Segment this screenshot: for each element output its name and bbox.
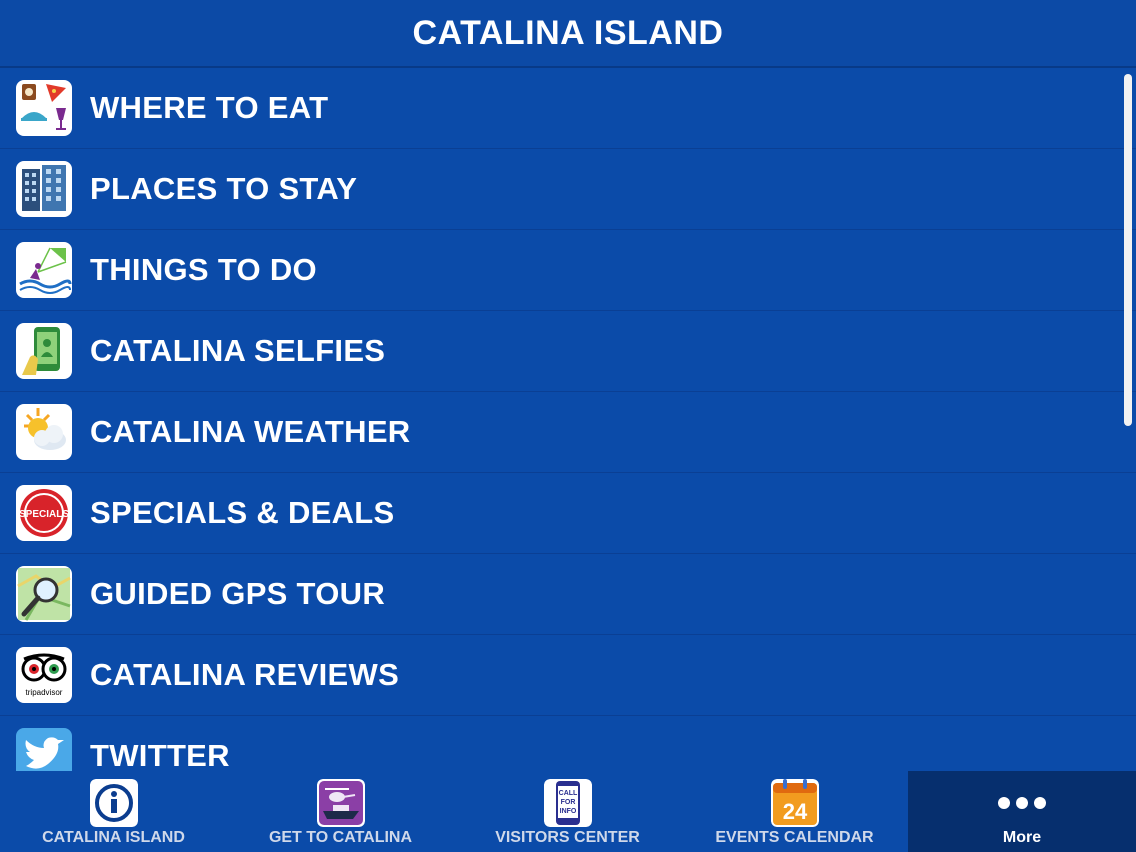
tab-events-calendar[interactable]: 24 EVENTS CALENDAR	[681, 771, 908, 852]
hotel-icon	[16, 161, 72, 217]
tripadvisor-icon: tripadvisor	[16, 647, 72, 703]
more-dots-icon	[998, 787, 1046, 819]
food-drink-icon	[16, 80, 72, 136]
twitter-bird-icon	[16, 728, 72, 771]
menu-item-catalina-reviews[interactable]: tripadvisor CATALINA REVIEWS	[0, 635, 1136, 716]
menu-item-label: THINGS TO DO	[90, 252, 317, 287]
app-screen: CATALINA ISLAND WHERE TO EAT PLACES TO S…	[0, 0, 1136, 852]
calendar-day-text: 24	[782, 799, 807, 824]
call-for-info-text: INFO	[559, 808, 576, 815]
call-for-info-icon: CALL FOR INFO	[543, 779, 592, 827]
menu-item-label: GUIDED GPS TOUR	[90, 576, 386, 611]
selfie-phone-icon	[16, 323, 72, 379]
tab-catalina-island[interactable]: CATALINA ISLAND	[0, 771, 227, 852]
weather-sun-cloud-icon	[16, 404, 72, 460]
menu-item-catalina-weather[interactable]: CATALINA WEATHER	[0, 392, 1136, 473]
tripadvisor-wordmark: tripadvisor	[26, 688, 63, 697]
tab-label: EVENTS CALENDAR	[715, 829, 874, 846]
menu-item-label: CATALINA REVIEWS	[90, 657, 400, 692]
bottom-tab-bar: CATALINA ISLAND GET TO CATALINA CALL FOR…	[0, 771, 1136, 852]
specials-badge-icon: SPECIALS	[16, 485, 72, 541]
menu-item-where-to-eat[interactable]: WHERE TO EAT	[0, 68, 1136, 149]
helicopter-boat-icon	[316, 779, 365, 827]
tab-label: CATALINA ISLAND	[42, 829, 185, 846]
menu-item-guided-gps-tour[interactable]: GUIDED GPS TOUR	[0, 554, 1136, 635]
map-magnifier-icon	[16, 566, 72, 622]
header-bar: CATALINA ISLAND	[0, 0, 1136, 68]
tab-visitors-center[interactable]: CALL FOR INFO VISITORS CENTER	[454, 771, 681, 852]
menu-item-twitter[interactable]: TWITTER	[0, 716, 1136, 771]
tab-label: More	[1002, 829, 1042, 846]
kitesurf-icon	[16, 242, 72, 298]
call-for-info-text: CALL	[558, 790, 577, 797]
calendar-icon: 24	[770, 779, 819, 827]
tab-label: GET TO CATALINA	[268, 829, 413, 846]
page-title: CATALINA ISLAND	[412, 13, 724, 52]
info-icon	[89, 779, 138, 827]
menu-item-label: CATALINA SELFIES	[90, 333, 386, 368]
list-scrollbar[interactable]	[1124, 74, 1132, 426]
menu-item-label: SPECIALS & DEALS	[90, 495, 395, 530]
menu-item-label: TWITTER	[90, 738, 230, 771]
menu-item-specials-deals[interactable]: SPECIALS SPECIALS & DEALS	[0, 473, 1136, 554]
menu-item-label: PLACES TO STAY	[90, 171, 358, 206]
tab-get-to-catalina[interactable]: GET TO CATALINA	[227, 771, 454, 852]
menu-item-label: WHERE TO EAT	[90, 90, 329, 125]
menu-item-things-to-do[interactable]: THINGS TO DO	[0, 230, 1136, 311]
menu-list[interactable]: WHERE TO EAT PLACES TO STAY THINGS TO DO…	[0, 68, 1136, 771]
menu-item-label: CATALINA WEATHER	[90, 414, 411, 449]
tab-label: VISITORS CENTER	[495, 829, 640, 846]
specials-badge-text: SPECIALS	[19, 509, 69, 520]
tab-more[interactable]: More	[908, 771, 1136, 852]
call-for-info-text: FOR	[560, 799, 575, 806]
menu-item-places-to-stay[interactable]: PLACES TO STAY	[0, 149, 1136, 230]
menu-item-catalina-selfies[interactable]: CATALINA SELFIES	[0, 311, 1136, 392]
